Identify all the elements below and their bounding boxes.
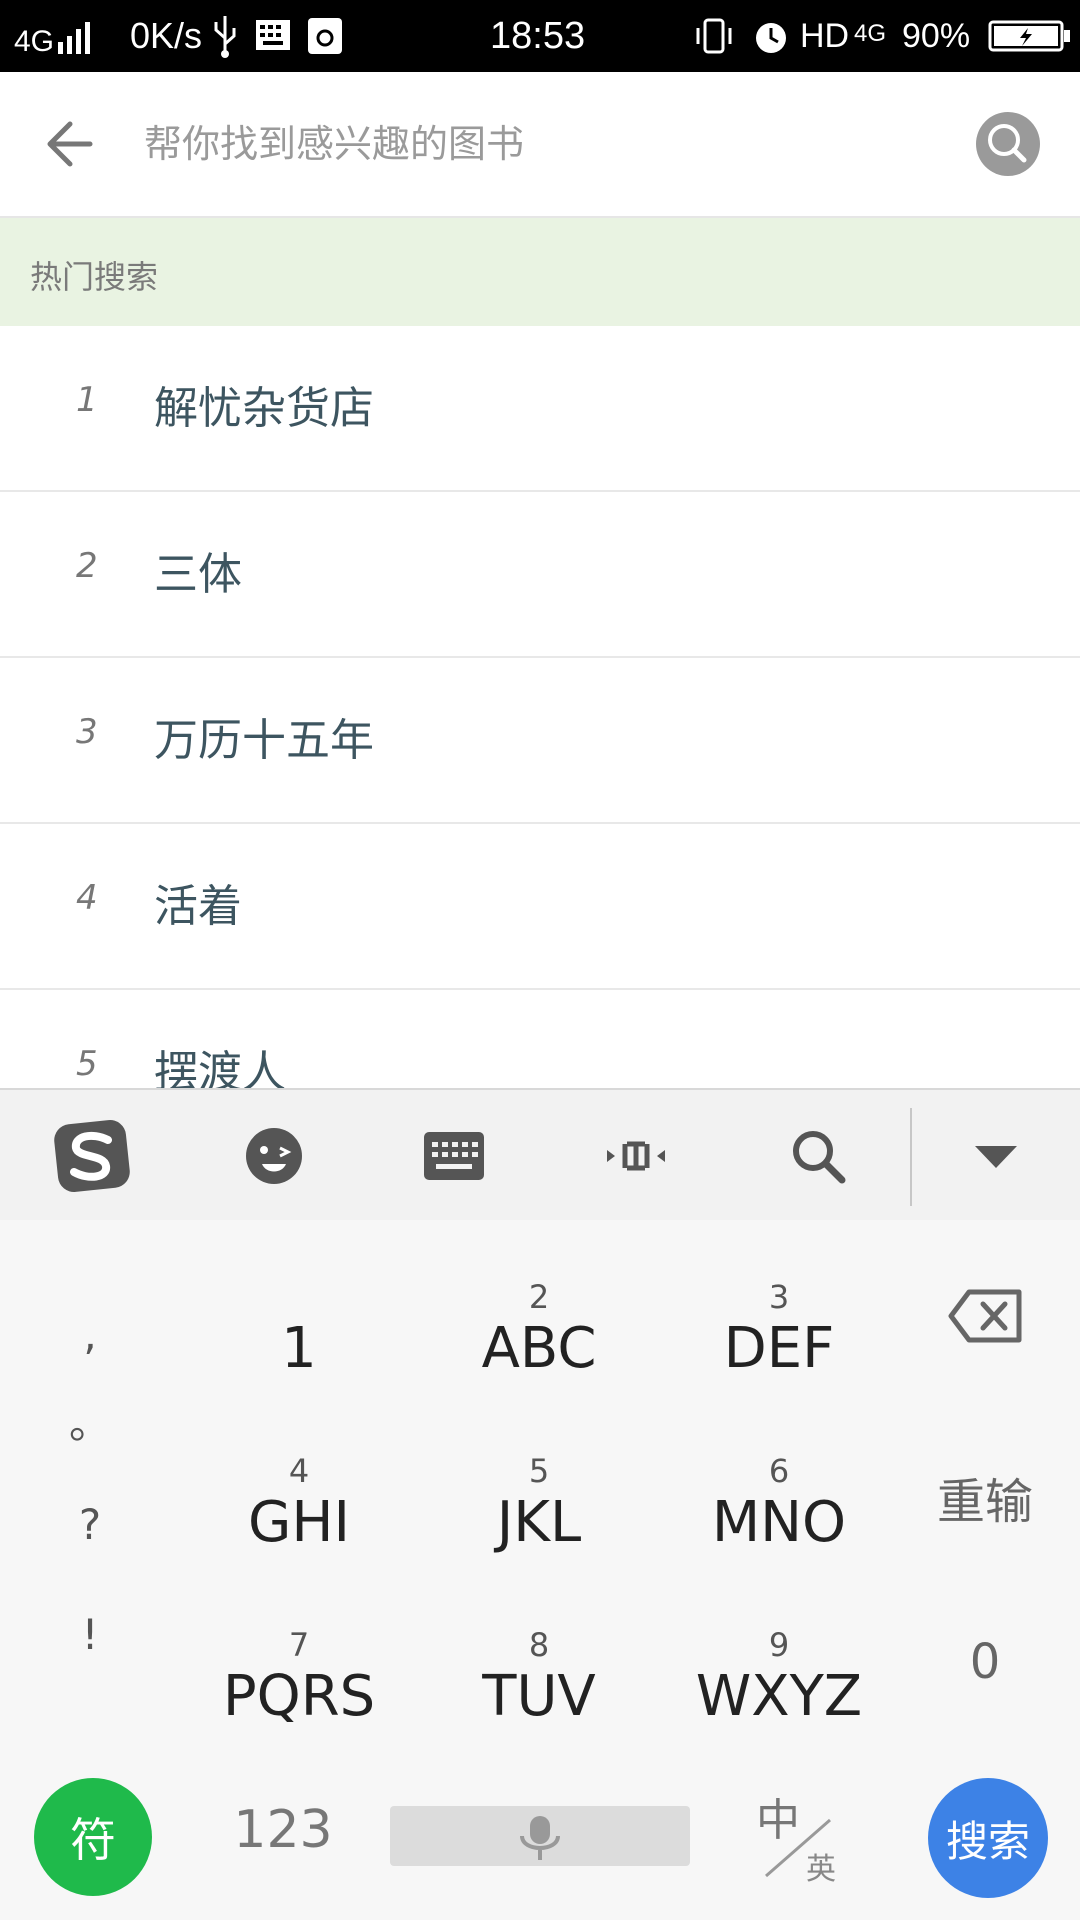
backspace-key[interactable] [920,1288,1050,1356]
key-letters: PQRS [222,1664,376,1729]
key-letters: 1 [281,1316,317,1381]
cursor-icon [607,1141,665,1171]
battery-percent: 90% [902,17,971,55]
hot-search-header: 热门搜索 [0,218,1080,326]
zero-key[interactable]: 0 [920,1634,1050,1690]
key-letters: GHI [247,1490,351,1555]
microphone-icon [520,1816,560,1860]
key-6[interactable]: 6 MNO [664,1424,894,1574]
hot-search-item[interactable]: 1 解忧杂货店 [0,326,1080,492]
key-letters: MNO [711,1490,847,1555]
network-type-right: 4G [854,20,887,47]
hot-rank: 3 [76,712,98,752]
key-number: 2 [528,1278,550,1316]
vibrate-icon [696,18,732,54]
back-arrow-icon [47,121,93,167]
key-letters: WXYZ [695,1664,863,1729]
key-letters: JKL [496,1490,582,1555]
symbol-panel-button[interactable]: 符 [34,1778,152,1896]
signal-icon [58,22,90,54]
key-letters: ABC [481,1316,597,1381]
lang-divider [765,1818,831,1878]
key-letters: DEF [723,1316,835,1381]
key-2[interactable]: 2 ABC [424,1250,654,1400]
backspace-icon [948,1289,1022,1343]
hot-rank: 4 [76,878,98,918]
search-icon [793,1131,846,1184]
number-mode-key[interactable]: 123 [218,1800,348,1860]
hot-search-item[interactable]: 3 万历十五年 [0,658,1080,824]
key-number: 3 [768,1278,790,1316]
key-number: 6 [768,1452,790,1490]
status-bar: 4G 0K/s 18:53 HD 4G 90% [0,0,1080,72]
keyboard-icon [424,1132,484,1180]
key-number: 9 [768,1626,790,1664]
hot-rank: 1 [76,380,98,420]
key-4[interactable]: 4 GHI [184,1424,414,1574]
language-switch-key[interactable]: 中 英 [740,1778,860,1898]
network-type: 4G [14,25,55,58]
search-header [0,72,1080,218]
symbol-key[interactable]: ? [50,1500,130,1549]
hot-title: 活着 [154,881,242,932]
hot-search-label: 热门搜索 [30,258,159,296]
search-input[interactable] [144,112,904,176]
search-icon [988,124,1027,163]
emoji-button[interactable] [232,1114,316,1198]
battery-icon [988,20,1070,52]
collapse-keyboard-button[interactable] [954,1114,1038,1198]
symbol-key[interactable]: ! [50,1610,130,1659]
search-action-button[interactable]: 搜索 [928,1778,1048,1898]
toolbar-search-button[interactable] [776,1114,860,1198]
sogou-logo-button[interactable] [50,1114,134,1198]
sogou-logo-icon [54,1120,130,1192]
key-8[interactable]: 8 TUV [424,1598,654,1748]
clock: 18:53 [490,15,586,57]
usb-icon [214,16,236,58]
key-7[interactable]: 7 PQRS [184,1598,414,1748]
key-number: 7 [288,1626,310,1664]
toolbar-divider [910,1108,912,1206]
debug-icon [308,18,342,54]
key-9[interactable]: 9 WXYZ [664,1598,894,1748]
reset-key[interactable]: 重输 [920,1462,1050,1532]
hot-rank: 2 [76,546,98,586]
search-button[interactable] [976,112,1040,176]
key-number: 8 [528,1626,550,1664]
key-number: 5 [528,1452,550,1490]
keyboard-status-icon [256,20,290,50]
emoji-icon [246,1128,302,1184]
cursor-move-button[interactable] [594,1114,678,1198]
hot-search-list: 1 解忧杂货店 2 三体 3 万历十五年 4 活着 5 摆渡人 [0,326,1080,1154]
keyboard-switch-button[interactable] [412,1114,496,1198]
back-button[interactable] [38,110,106,178]
hot-search-item[interactable]: 2 三体 [0,492,1080,658]
hot-title: 解忧杂货店 [154,383,374,434]
space-key[interactable] [390,1806,690,1866]
key-letters: TUV [482,1664,596,1729]
hot-title: 三体 [154,549,242,600]
lang-sub-label: 英 [806,1852,836,1887]
key-1[interactable]: 1 [184,1250,414,1400]
hot-title: 万历十五年 [154,715,374,766]
hot-search-item[interactable]: 4 活着 [0,824,1080,990]
net-speed: 0K/s [130,15,203,56]
hot-rank: 5 [76,1044,98,1084]
key-3[interactable]: 3 DEF [664,1250,894,1400]
symbol-key[interactable]: , [50,1310,130,1359]
key-5[interactable]: 5 JKL [424,1424,654,1574]
key-number: 4 [288,1452,310,1490]
alarm-icon [756,23,786,53]
keyboard-toolbar [0,1088,1080,1222]
hd-label: HD [800,17,850,55]
symbol-key[interactable]: 。 [50,1390,130,1451]
chevron-down-icon [975,1146,1017,1168]
